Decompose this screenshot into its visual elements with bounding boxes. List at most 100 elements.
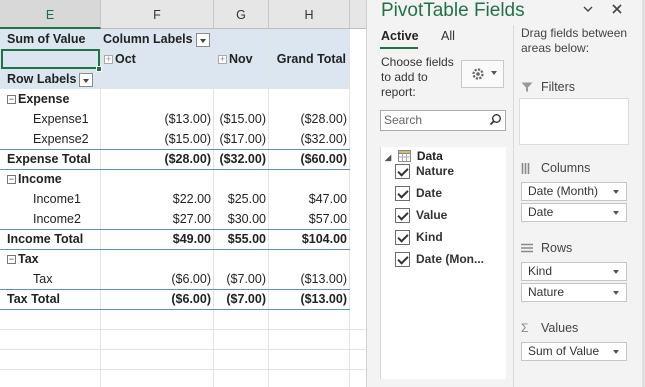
field-nature[interactable]: Nature	[395, 164, 455, 182]
group-name: Income	[18, 172, 62, 186]
filters-area-label: Filters	[521, 80, 575, 94]
value-cell[interactable]: ($7.00)	[214, 269, 269, 289]
subtotal-label[interactable]: Income Total	[7, 229, 101, 249]
spreadsheet-grid[interactable]: E F G H Sum of Value Column Labels + Oct …	[0, 0, 366, 387]
row-label[interactable]: Expense2	[33, 129, 100, 149]
column-header-f[interactable]: F	[101, 0, 214, 29]
col-head-oct[interactable]: + Oct	[104, 49, 212, 69]
columns-item-date-month[interactable]: Date (Month)	[521, 182, 627, 201]
field-checkbox[interactable]	[395, 252, 410, 267]
subtotal-row: Tax Total ($6.00) ($7.00) ($13.00)	[0, 289, 366, 309]
collapse-icon[interactable]: −	[7, 175, 16, 185]
table-row: Tax ($6.00) ($7.00) ($13.00)	[0, 269, 366, 289]
value-cell[interactable]: $30.00	[214, 209, 269, 229]
pane-options-chevron-icon[interactable]	[582, 2, 594, 18]
value-cell[interactable]: ($6.00)	[101, 269, 214, 289]
field-checkbox[interactable]	[395, 164, 410, 179]
value-cell[interactable]: ($32.00)	[269, 129, 350, 149]
row-labels-header[interactable]: Row Labels	[7, 69, 100, 89]
field-checkbox[interactable]	[395, 208, 410, 223]
tab-all[interactable]: All	[441, 29, 455, 43]
pane-divider[interactable]	[513, 25, 514, 387]
subtotal-cell[interactable]: ($7.00)	[214, 289, 269, 309]
gridline	[0, 329, 366, 330]
collapse-arrow-icon[interactable]: ◢	[385, 153, 391, 162]
group-row-expense: − Expense	[0, 89, 366, 109]
expand-icon[interactable]: +	[218, 55, 227, 65]
subtotal-cell[interactable]: ($60.00)	[269, 149, 350, 169]
subtotal-label[interactable]: Expense Total	[7, 149, 101, 169]
value-cell[interactable]: $22.00	[101, 189, 214, 209]
table-row: Income1 $22.00 $25.00 $47.00	[0, 189, 366, 209]
subtotal-cell[interactable]: $104.00	[269, 229, 350, 249]
expand-icon[interactable]: +	[104, 55, 113, 65]
row-label[interactable]: Expense1	[33, 109, 100, 129]
field-search-input[interactable]: Search	[380, 110, 506, 131]
collapse-icon[interactable]: −	[7, 255, 16, 265]
column-labels-header[interactable]: Column Labels	[103, 29, 215, 49]
value-cell[interactable]: ($13.00)	[101, 109, 214, 129]
tab-active[interactable]: Active	[381, 29, 419, 43]
value-cell[interactable]: $27.00	[101, 209, 214, 229]
field-list[interactable]: ◢ Data Nature Date Value Kind Date (Mon.…	[380, 147, 506, 379]
pane-title: PivotTable Fields	[381, 0, 525, 21]
value-cell[interactable]: ($13.00)	[269, 269, 350, 289]
columns-item-date[interactable]: Date	[521, 203, 627, 222]
subtotal-cell[interactable]: ($6.00)	[101, 289, 214, 309]
rows-item-nature[interactable]: Nature	[521, 283, 627, 302]
filter-icon	[521, 82, 535, 93]
rows-icon	[521, 243, 535, 254]
field-label: Date	[416, 186, 443, 200]
subtotal-cell[interactable]: ($32.00)	[214, 149, 269, 169]
row-label[interactable]: Income1	[33, 189, 100, 209]
value-cell[interactable]: $57.00	[269, 209, 350, 229]
column-labels-dropdown-icon[interactable]	[195, 32, 210, 47]
value-cell[interactable]: $47.00	[269, 189, 350, 209]
row-label[interactable]: Income2	[33, 209, 100, 229]
collapse-icon[interactable]: −	[7, 95, 16, 105]
subtotal-cell[interactable]: $55.00	[214, 229, 269, 249]
values-item-sum-of-value[interactable]: Sum of Value	[521, 342, 627, 361]
field-checkbox[interactable]	[395, 230, 410, 245]
active-cell-selection	[1, 49, 100, 69]
row-label[interactable]: Tax	[33, 269, 100, 289]
field-date[interactable]: Date	[395, 186, 443, 204]
value-cell[interactable]: ($15.00)	[101, 129, 214, 149]
fill-handle[interactable]	[96, 66, 102, 72]
field-kind[interactable]: Kind	[395, 230, 443, 248]
values-area-label: Σ Values	[521, 321, 578, 335]
group-label[interactable]: − Expense	[7, 89, 100, 109]
table-node[interactable]: ◢ Data	[385, 149, 443, 165]
field-date-month[interactable]: Date (Mon...	[395, 252, 484, 270]
col-head-grand-total[interactable]: Grand Total	[269, 49, 349, 69]
value-cell[interactable]: $25.00	[214, 189, 269, 209]
filters-drop-zone[interactable]	[519, 98, 629, 145]
rows-item-kind[interactable]: Kind	[521, 262, 627, 281]
close-icon[interactable]	[611, 2, 623, 18]
col-head-nov[interactable]: + Nov	[218, 49, 268, 69]
tools-button[interactable]	[461, 60, 504, 88]
subtotal-label[interactable]: Tax Total	[7, 289, 101, 309]
row-labels-dropdown-icon[interactable]	[79, 72, 94, 87]
field-checkbox[interactable]	[395, 186, 410, 201]
field-label: Nature	[416, 164, 455, 178]
column-header-h[interactable]: H	[269, 0, 350, 29]
gridline	[0, 369, 366, 370]
group-row-income: − Income	[0, 169, 366, 189]
group-label[interactable]: − Income	[7, 169, 100, 189]
field-value[interactable]: Value	[395, 208, 447, 226]
column-header-g[interactable]: G	[214, 0, 269, 29]
value-cell[interactable]: ($28.00)	[269, 109, 350, 129]
column-header-next[interactable]	[350, 0, 366, 29]
subtotal-cell[interactable]: ($28.00)	[101, 149, 214, 169]
subtotal-cell[interactable]: ($13.00)	[269, 289, 350, 309]
column-labels-text: Column Labels	[103, 32, 193, 46]
subtotal-cell[interactable]: $49.00	[101, 229, 214, 249]
column-header-e[interactable]: E	[0, 0, 101, 29]
group-row-tax: − Tax	[0, 249, 366, 269]
value-cell[interactable]: ($15.00)	[214, 109, 269, 129]
value-cell[interactable]: ($17.00)	[214, 129, 269, 149]
search-icon[interactable]	[489, 113, 502, 132]
group-label[interactable]: − Tax	[7, 249, 100, 269]
sum-of-value-label[interactable]: Sum of Value	[7, 29, 99, 49]
